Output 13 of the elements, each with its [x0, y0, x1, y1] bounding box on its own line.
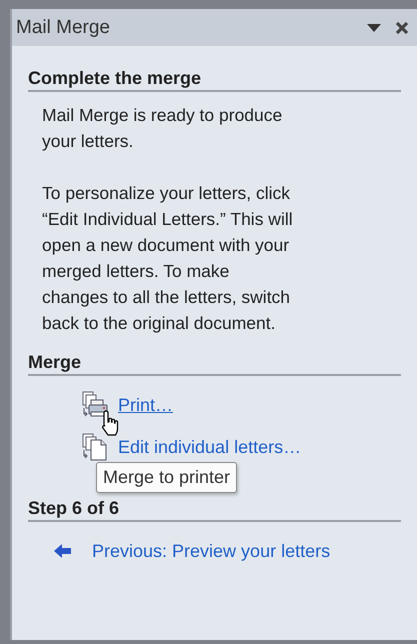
pane-title: Mail Merge: [16, 16, 111, 38]
close-icon[interactable]: [395, 20, 409, 34]
link[interactable]: Previous: Preview your letters: [92, 540, 330, 562]
paragraph: To personalize your letters, click “Edit Individual Letters.” This will open a new document with your merged letters. To make changes to all the letters, switch back to the original document.: [42, 182, 294, 335]
section-heading: Merge: [28, 352, 401, 376]
back-arrow-icon: [54, 544, 72, 558]
link[interactable]: Print…: [118, 394, 174, 416]
section-heading: Complete the merge: [28, 68, 401, 92]
tooltip: Merge to printer: [96, 462, 238, 493]
link[interactable]: Edit individual letters…: [118, 436, 302, 458]
dropdown-icon[interactable]: [367, 24, 381, 32]
paragraph: Mail Merge is ready to produce your letters.: [42, 104, 284, 153]
section-heading: Step 6 of 6: [28, 498, 401, 522]
